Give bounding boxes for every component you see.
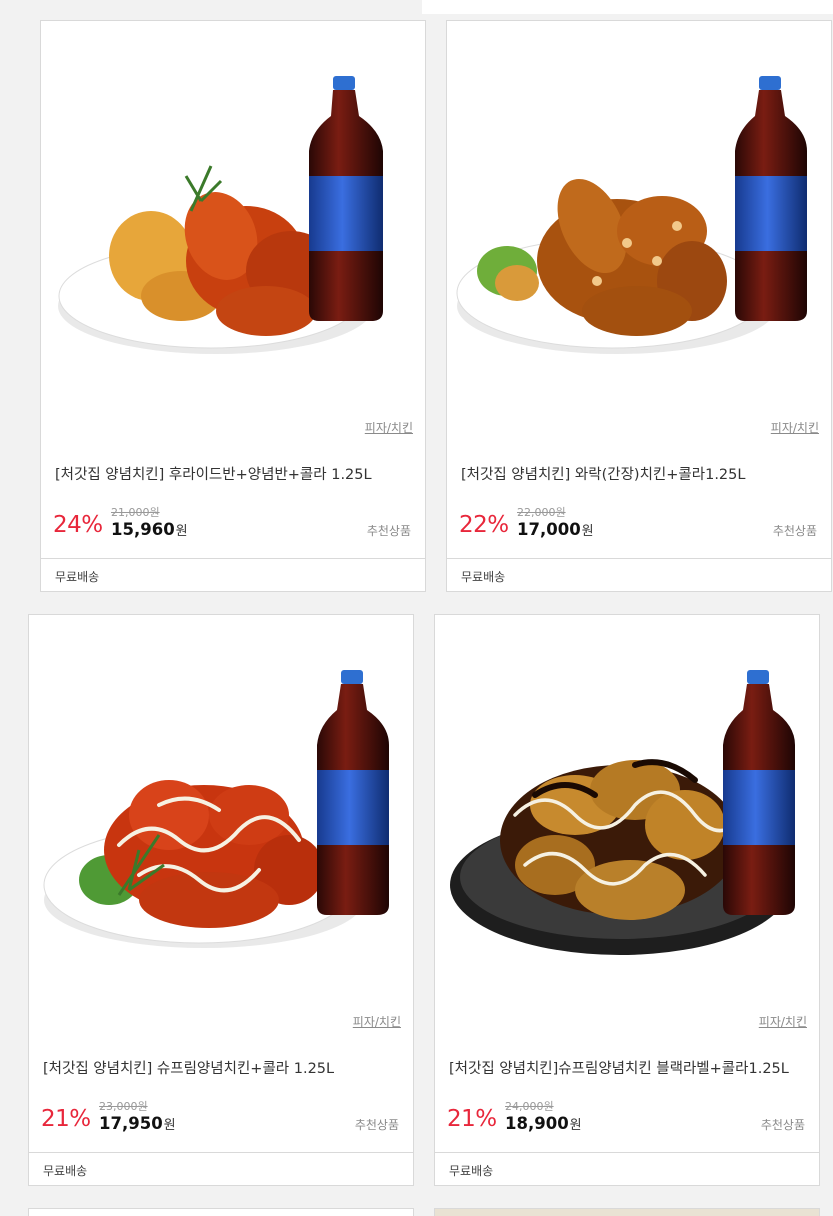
product-card[interactable]: 피자/치킨 [처갓집 양념치킨] 후라이드반+양념반+콜라 1.25L 21,0… xyxy=(40,20,426,592)
discount-rate: 24% xyxy=(53,512,103,538)
top-strip xyxy=(422,0,833,14)
shipping-info: 무료배송 xyxy=(41,558,425,591)
currency-unit: 원 xyxy=(569,1118,582,1133)
currency-unit: 원 xyxy=(581,524,594,539)
discount-rate: 21% xyxy=(41,1106,91,1132)
product-card-peek[interactable] xyxy=(434,1208,820,1216)
sale-price-value: 17,000 xyxy=(517,520,581,539)
shipping-info: 무료배송 xyxy=(435,1152,819,1185)
sale-price: 17,950원 xyxy=(99,1114,176,1133)
original-price: 22,000원 xyxy=(517,506,566,519)
recommend-badge: 추천상품 xyxy=(366,524,411,538)
original-price: 23,000원 xyxy=(99,1100,148,1113)
discount-rate: 22% xyxy=(459,512,509,538)
recommend-badge: 추천상품 xyxy=(772,524,817,538)
product-image[interactable] xyxy=(447,21,831,421)
product-name[interactable]: [처갓집 양념치킨]슈프림양념치킨 블랙라벨+콜라1.25L xyxy=(449,1057,809,1078)
product-category[interactable]: 피자/치킨 xyxy=(759,1013,807,1030)
sale-price-value: 15,960 xyxy=(111,520,175,539)
product-image[interactable] xyxy=(435,615,819,1015)
product-category[interactable]: 피자/치킨 xyxy=(353,1013,401,1030)
product-card[interactable]: 피자/치킨 [처갓집 양념치킨] 와락(간장)치킨+콜라1.25L 22,000… xyxy=(446,20,832,592)
product-category[interactable]: 피자/치킨 xyxy=(771,419,819,436)
product-card-peek[interactable] xyxy=(28,1208,414,1216)
shipping-info: 무료배송 xyxy=(29,1152,413,1185)
recommend-badge: 추천상품 xyxy=(760,1118,805,1132)
recommend-badge: 추천상품 xyxy=(354,1118,399,1132)
product-name[interactable]: [처갓집 양념치킨] 슈프림양념치킨+콜라 1.25L xyxy=(43,1057,403,1078)
shipping-info: 무료배송 xyxy=(447,558,831,591)
original-price: 21,000원 xyxy=(111,506,160,519)
product-name[interactable]: [처갓집 양념치킨] 후라이드반+양념반+콜라 1.25L xyxy=(55,463,415,484)
currency-unit: 원 xyxy=(163,1118,176,1133)
original-price: 24,000원 xyxy=(505,1100,554,1113)
product-card[interactable]: 피자/치킨 [처갓집 양념치킨] 슈프림양념치킨+콜라 1.25L 23,000… xyxy=(28,614,414,1186)
sale-price: 15,960원 xyxy=(111,520,188,539)
sale-price: 18,900원 xyxy=(505,1114,582,1133)
product-card[interactable]: 피자/치킨 [처갓집 양념치킨]슈프림양념치킨 블랙라벨+콜라1.25L 24,… xyxy=(434,614,820,1186)
product-category[interactable]: 피자/치킨 xyxy=(365,419,413,436)
sale-price-value: 17,950 xyxy=(99,1114,163,1133)
currency-unit: 원 xyxy=(175,524,188,539)
product-image[interactable] xyxy=(29,615,413,1015)
product-name[interactable]: [처갓집 양념치킨] 와락(간장)치킨+콜라1.25L xyxy=(461,463,821,484)
discount-rate: 21% xyxy=(447,1106,497,1132)
product-image[interactable] xyxy=(41,21,425,421)
sale-price-value: 18,900 xyxy=(505,1114,569,1133)
sale-price: 17,000원 xyxy=(517,520,594,539)
